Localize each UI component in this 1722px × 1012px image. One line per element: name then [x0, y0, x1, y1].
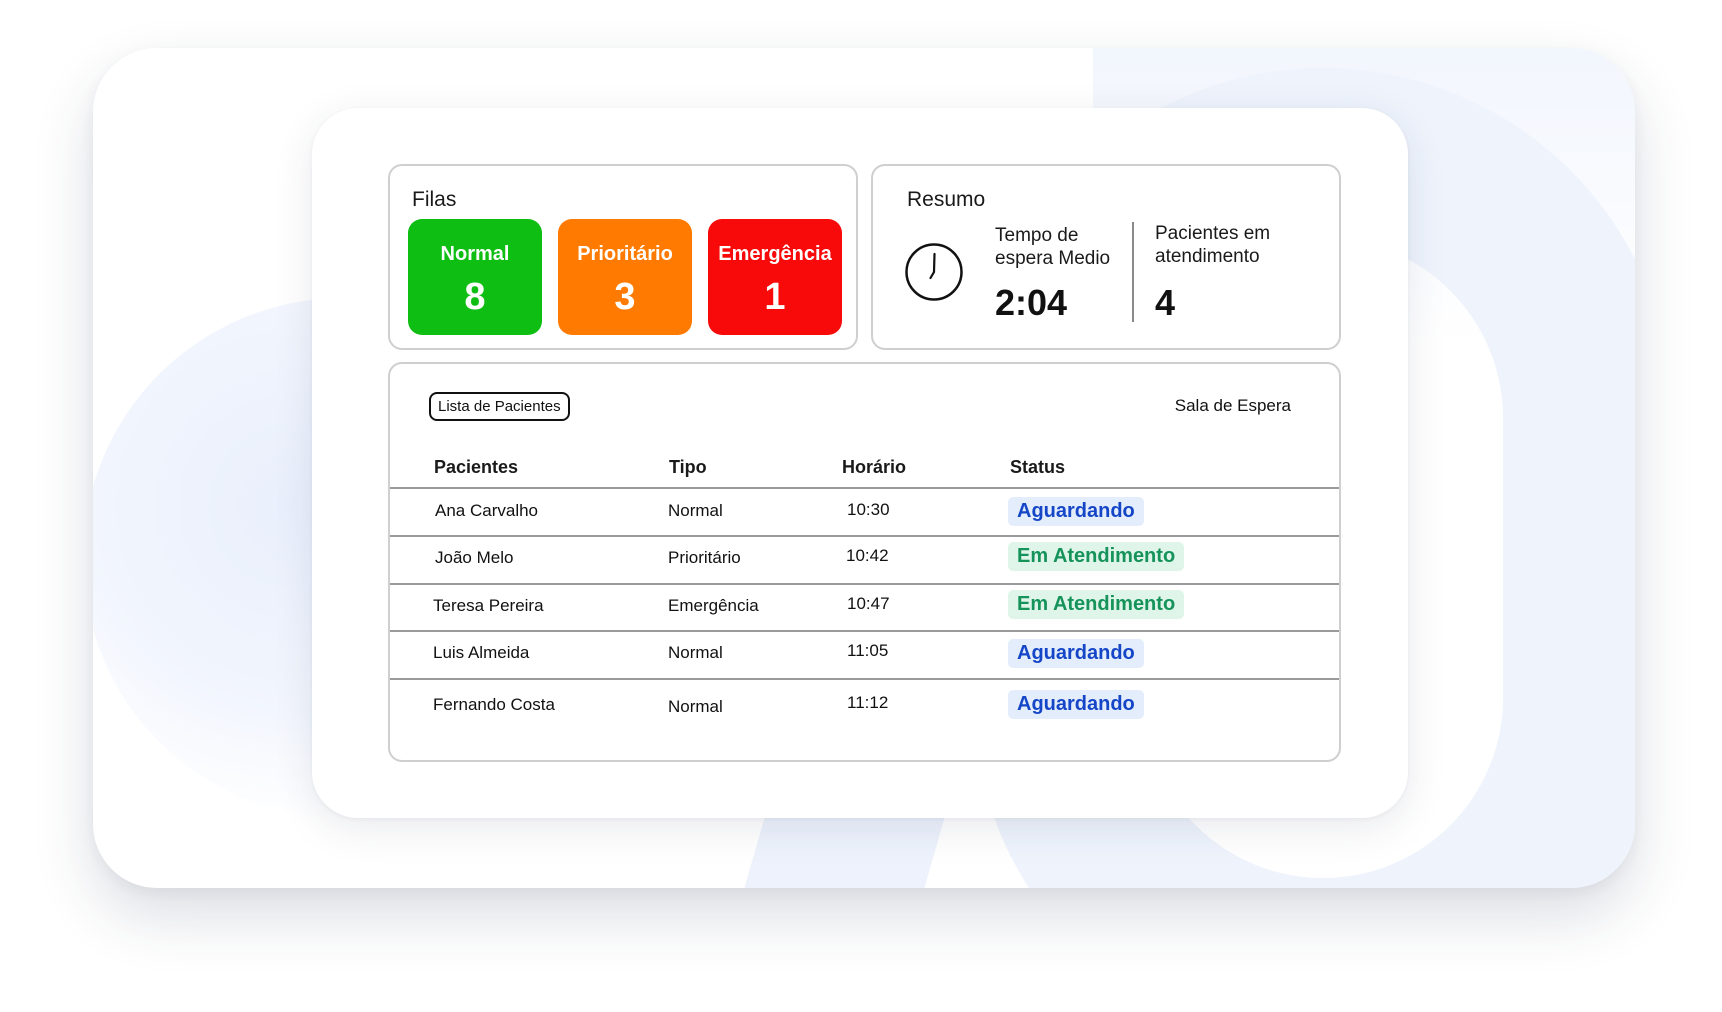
table-row-divider	[390, 535, 1339, 537]
status-badge[interactable]: Em Atendimento	[1008, 590, 1185, 619]
patients-in-service-value: 4	[1155, 282, 1176, 323]
queue-label: Emergência	[718, 243, 832, 265]
patient-type: Prioritário	[668, 548, 741, 567]
summary-panel: Resumo Tempo de espera Medio 2:04 Pacien…	[871, 164, 1341, 350]
table-row-divider	[390, 678, 1339, 680]
patient-list-panel: Lista de Pacientes Sala de Espera Pacien…	[388, 362, 1341, 762]
patient-time: 10:30	[847, 500, 890, 519]
patient-time: 11:12	[847, 693, 889, 712]
queue-count: 3	[614, 276, 636, 318]
status-badge[interactable]: Aguardando	[1008, 639, 1144, 668]
column-header-type[interactable]: Tipo	[669, 457, 707, 478]
column-header-patients[interactable]: Pacientes	[434, 457, 518, 478]
patient-name: Teresa Pereira	[433, 596, 544, 615]
table-row-divider	[390, 630, 1339, 632]
queue-card-normal[interactable]: Normal 8	[408, 219, 542, 335]
patient-name: Ana Carvalho	[435, 501, 539, 520]
queue-card-priority[interactable]: Prioritário 3	[558, 219, 692, 335]
queue-card-emergency[interactable]: Emergência 1	[708, 219, 842, 335]
clock-icon	[905, 243, 963, 301]
patient-name: Luis Almeida	[433, 643, 530, 662]
status-badge[interactable]: Aguardando	[1008, 690, 1144, 719]
patient-time: 10:42	[846, 546, 889, 565]
status-badge[interactable]: Aguardando	[1008, 497, 1144, 526]
patient-name: Fernando Costa	[433, 695, 555, 714]
patient-time: 11:05	[847, 641, 889, 660]
patient-name: João Melo	[435, 548, 514, 567]
column-header-status[interactable]: Status	[1010, 457, 1065, 478]
patient-time: 10:47	[847, 594, 890, 613]
queue-label: Prioritário	[577, 243, 673, 265]
waiting-room-label: Sala de Espera	[1174, 396, 1291, 415]
page: Filas Normal 8 Prioritário 3 Emergência …	[0, 0, 1722, 1012]
queues-panel: Filas Normal 8 Prioritário 3 Emergência …	[388, 164, 858, 350]
queue-label: Normal	[440, 243, 510, 265]
queue-count: 8	[464, 276, 486, 318]
summary-title: Resumo	[907, 188, 986, 211]
patient-list-tab[interactable]: Lista de Pacientes	[429, 392, 570, 421]
table-row-divider	[390, 583, 1339, 585]
patient-type: Normal	[668, 501, 723, 520]
average-wait-label: Tempo de espera Medio	[995, 225, 1111, 269]
queues-title: Filas	[412, 188, 457, 211]
summary-divider	[1132, 222, 1134, 322]
patients-in-service-label: Pacientes em atendimento	[1155, 223, 1271, 267]
patient-type: Normal	[668, 643, 723, 662]
status-badge[interactable]: Em Atendimento	[1008, 542, 1185, 571]
queue-count: 1	[764, 276, 786, 318]
patient-type: Normal	[668, 697, 723, 716]
patient-type: Emergência	[668, 596, 759, 615]
average-wait-value: 2:04	[995, 282, 1068, 323]
column-header-time[interactable]: Horário	[842, 457, 906, 478]
table-header-divider	[390, 487, 1339, 489]
